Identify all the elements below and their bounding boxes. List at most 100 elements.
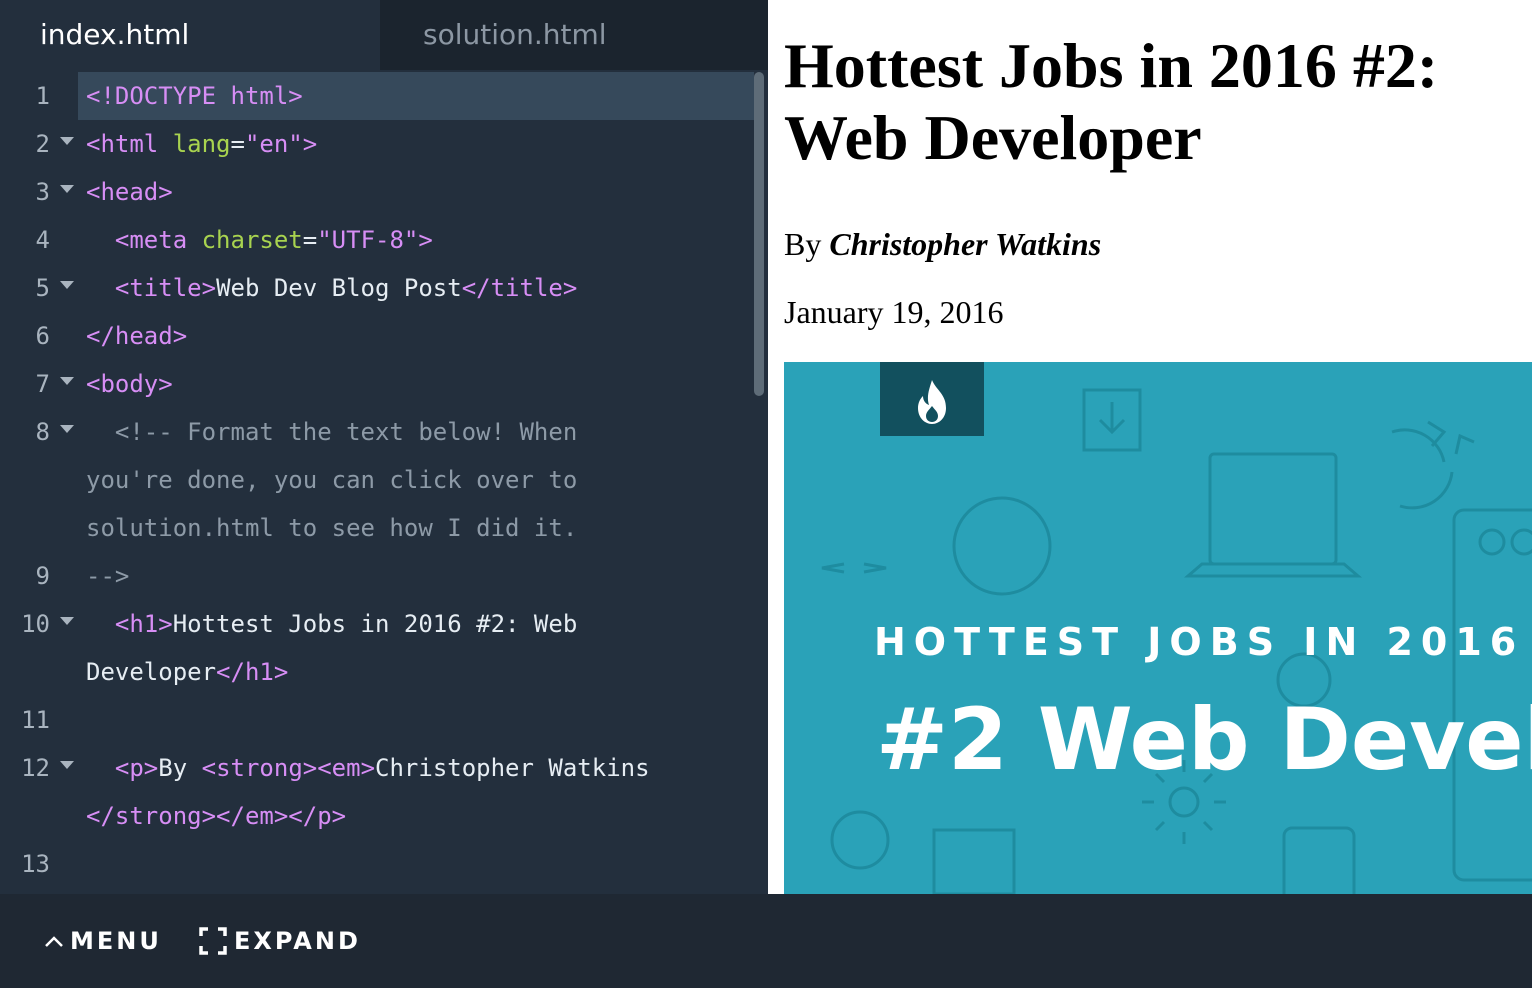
code-token: <!-- Format the text below! When: [86, 418, 578, 446]
code-text: </head>: [86, 312, 187, 360]
code-line[interactable]: 12 <p>By <strong><em>Christopher Watkins: [0, 744, 760, 792]
code-token: <meta: [114, 226, 202, 254]
code-token: =: [302, 226, 318, 254]
expand-label: EXPAND: [234, 927, 361, 955]
flame-icon: [918, 380, 946, 424]
code-line[interactable]: 7 <body>: [0, 360, 760, 408]
fold-arrow-icon[interactable]: [60, 425, 74, 433]
code-token: By: [158, 754, 202, 782]
code-token: </h1>: [216, 658, 289, 686]
code-line[interactable]: 5 <title>Web Dev Blog Post</title>: [0, 264, 760, 312]
post-date: January 19, 2016: [784, 294, 1004, 330]
code-line[interactable]: 10 <h1>Hottest Jobs in 2016 #2: Web: [0, 600, 760, 648]
fold-arrow-icon[interactable]: [60, 185, 74, 193]
code-area[interactable]: 1 <!DOCTYPE html> 2 <html lang="en"> 3 <head>…: [0, 72, 768, 894]
code-token: Christopher Watkins: [375, 754, 650, 782]
code-token: <!DOCTYPE html>: [86, 82, 303, 110]
tab-index-html[interactable]: index.html: [0, 0, 380, 70]
code-token: <head>: [86, 178, 173, 206]
code-line[interactable]: 3 <head>: [0, 168, 760, 216]
code-token: -->: [86, 562, 130, 590]
code-text: </strong></em></p>: [86, 792, 346, 840]
byline: By Christopher Watkins: [784, 224, 1101, 264]
expand-button[interactable]: EXPAND: [198, 894, 361, 988]
code-token: "en": [244, 130, 303, 158]
code-line[interactable]: solution.html to see how I did it.: [0, 504, 760, 552]
code-token: <strong><em>: [201, 754, 376, 782]
tab-solution-html[interactable]: solution.html: [380, 0, 768, 70]
hero-image: HOTTEST JOBS IN 2016 #2 Web Developer: [784, 362, 1532, 894]
preview-pane: Hottest Jobs in 2016 #2: Web Developer B…: [768, 0, 1532, 894]
post-title: Hottest Jobs in 2016 #2: Web Developer: [784, 30, 1439, 173]
line-number: 12: [21, 754, 50, 782]
line-number: 10: [21, 610, 50, 638]
fold-arrow-icon[interactable]: [60, 137, 74, 145]
code-line[interactable]: 1 <!DOCTYPE html>: [0, 72, 760, 120]
code-line[interactable]: 6 </head>: [0, 312, 760, 360]
code-text: <html lang="en">: [86, 120, 317, 168]
code-text: <title>Web Dev Blog Post</title>: [86, 264, 577, 312]
code-line[interactable]: 13: [0, 840, 760, 888]
fold-arrow-icon[interactable]: [60, 617, 74, 625]
code-token: <p>: [114, 754, 159, 782]
hero-subtitle: HOTTEST JOBS IN 2016: [874, 620, 1525, 664]
code-text: you're done, you can click over to: [86, 456, 577, 504]
code-token: >: [302, 130, 318, 158]
line-number: 9: [35, 562, 50, 590]
code-token: <html: [86, 130, 173, 158]
code-text: <body>: [86, 360, 173, 408]
fold-arrow-icon[interactable]: [60, 761, 74, 769]
code-editor[interactable]: index.html solution.html 1 <!DOCTYPE html…: [0, 0, 768, 894]
code-token: lang: [172, 130, 231, 158]
fold-arrow-icon[interactable]: [60, 377, 74, 385]
code-token: you're done, you can click over to: [86, 466, 578, 494]
code-token: <title>: [114, 274, 217, 302]
code-line[interactable]: 11: [0, 696, 760, 744]
code-text: <!DOCTYPE html>: [86, 72, 303, 120]
code-line[interactable]: 4 <meta charset="UTF-8">: [0, 216, 760, 264]
code-text: <h1>Hottest Jobs in 2016 #2: Web: [86, 600, 577, 648]
fold-arrow-icon[interactable]: [60, 281, 74, 289]
code-token: </title>: [461, 274, 578, 302]
line-number: 7: [35, 370, 50, 398]
line-number: 5: [35, 274, 50, 302]
code-token: </strong></em></p>: [86, 802, 347, 830]
code-token: <body>: [86, 370, 173, 398]
code-token: </head>: [86, 322, 188, 350]
code-text: <p>By <strong><em>Christopher Watkins: [86, 744, 650, 792]
code-token: charset: [201, 226, 303, 254]
code-text: <head>: [86, 168, 173, 216]
code-line[interactable]: 9 -->: [0, 552, 760, 600]
hero-title: #2 Web Developer: [876, 690, 1532, 790]
code-token: solution.html to see how I did it.: [86, 514, 578, 542]
hero-badge: [880, 362, 984, 436]
line-number: 2: [35, 130, 50, 158]
line-number: 3: [35, 178, 50, 206]
code-line[interactable]: Developer</h1>: [0, 648, 760, 696]
footer-toolbar: MENU EXPAND: [0, 894, 1532, 988]
file-tabs: index.html solution.html: [0, 0, 768, 70]
menu-button[interactable]: MENU: [44, 894, 162, 988]
code-line[interactable]: 2 <html lang="en">: [0, 120, 760, 168]
line-number: 4: [35, 226, 50, 254]
code-line[interactable]: 8 <!-- Format the text below! When: [0, 408, 760, 456]
byline-prefix: By: [784, 226, 830, 262]
code-token: <h1>: [114, 610, 173, 638]
code-token: Hottest Jobs in 2016 #2: Web: [172, 610, 578, 638]
menu-label: MENU: [70, 927, 162, 955]
line-number: 6: [35, 322, 50, 350]
expand-icon: [199, 927, 227, 955]
code-text: solution.html to see how I did it.: [86, 504, 577, 552]
code-token: >: [418, 226, 433, 254]
line-number: 1: [35, 82, 50, 110]
author-name: Christopher Watkins: [829, 226, 1102, 262]
line-number: 13: [21, 850, 50, 878]
code-line[interactable]: you're done, you can click over to: [0, 456, 760, 504]
editor-scrollbar[interactable]: [754, 72, 764, 396]
line-number: 11: [21, 706, 50, 734]
code-line[interactable]: </strong></em></p>: [0, 792, 760, 840]
